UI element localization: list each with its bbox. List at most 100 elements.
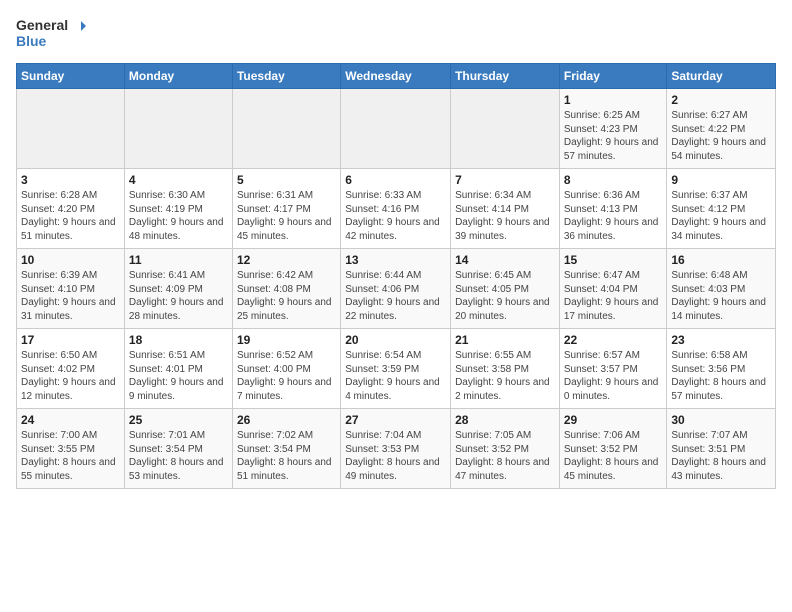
header: General Blue xyxy=(16,16,776,51)
day-info: Sunrise: 6:58 AM Sunset: 3:56 PM Dayligh… xyxy=(671,349,771,403)
weekday-header-friday: Friday xyxy=(559,64,667,89)
calendar-empty-cell xyxy=(17,89,125,169)
day-number: 29 xyxy=(564,413,663,427)
weekday-header-sunday: Sunday xyxy=(17,64,125,89)
calendar-day-cell: 15 Sunrise: 6:47 AM Sunset: 4:04 PM Dayli… xyxy=(559,249,667,329)
calendar-day-cell: 24 Sunrise: 7:00 AM Sunset: 3:55 PM Dayli… xyxy=(17,409,125,489)
day-number: 19 xyxy=(237,333,336,347)
weekday-header-row: SundayMondayTuesdayWednesdayThursdayFrid… xyxy=(17,64,776,89)
calendar-week-row: 3 Sunrise: 6:28 AM Sunset: 4:20 PM Daylig… xyxy=(17,169,776,249)
calendar-day-cell: 10Sunrise: 6:39 AM Sunset: 4:10 PM Dayli… xyxy=(17,249,125,329)
day-number: 22 xyxy=(564,333,663,347)
day-info: Sunrise: 7:00 AM Sunset: 3:55 PM Dayligh… xyxy=(21,429,120,483)
calendar-day-cell: 29 Sunrise: 7:06 AM Sunset: 3:52 PM Dayli… xyxy=(559,409,667,489)
calendar-container: General Blue SundayMondayTuesdayWednesda… xyxy=(0,0,792,497)
day-info: Sunrise: 6:44 AM Sunset: 4:06 PM Dayligh… xyxy=(345,269,446,323)
calendar-day-cell: 1 Sunrise: 6:25 AM Sunset: 4:23 PM Daylig… xyxy=(559,89,667,169)
day-info: Sunrise: 6:55 AM Sunset: 3:58 PM Dayligh… xyxy=(455,349,555,403)
day-info: Sunrise: 6:50 AM Sunset: 4:02 PM Dayligh… xyxy=(21,349,120,403)
day-number: 18 xyxy=(129,333,228,347)
weekday-header-saturday: Saturday xyxy=(667,64,776,89)
calendar-day-cell: 14 Sunrise: 6:45 AM Sunset: 4:05 PM Dayli… xyxy=(451,249,560,329)
calendar-day-cell: 25 Sunrise: 7:01 AM Sunset: 3:54 PM Dayli… xyxy=(124,409,232,489)
logo-icon: General Blue xyxy=(16,16,86,51)
day-info: Sunrise: 7:04 AM Sunset: 3:53 PM Dayligh… xyxy=(345,429,446,483)
day-number: 30 xyxy=(671,413,771,427)
day-info: Sunrise: 6:25 AM Sunset: 4:23 PM Dayligh… xyxy=(564,109,663,163)
weekday-header-thursday: Thursday xyxy=(451,64,560,89)
day-info: Sunrise: 6:31 AM Sunset: 4:17 PM Dayligh… xyxy=(237,189,336,243)
day-number: 9 xyxy=(671,173,771,187)
day-info: Sunrise: 6:42 AM Sunset: 4:08 PM Dayligh… xyxy=(237,269,336,323)
day-info: Sunrise: 6:48 AM Sunset: 4:03 PM Dayligh… xyxy=(671,269,771,323)
day-number: 11 xyxy=(129,253,228,267)
calendar-day-cell: 28Sunrise: 7:05 AM Sunset: 3:52 PM Dayli… xyxy=(451,409,560,489)
svg-text:General: General xyxy=(16,17,68,33)
day-number: 13 xyxy=(345,253,446,267)
calendar-day-cell: 16 Sunrise: 6:48 AM Sunset: 4:03 PM Dayli… xyxy=(667,249,776,329)
day-number: 6 xyxy=(345,173,446,187)
day-number: 7 xyxy=(455,173,555,187)
day-info: Sunrise: 6:37 AM Sunset: 4:12 PM Dayligh… xyxy=(671,189,771,243)
day-number: 17 xyxy=(21,333,120,347)
calendar-day-cell: 12 Sunrise: 6:42 AM Sunset: 4:08 PM Dayli… xyxy=(232,249,340,329)
day-number: 15 xyxy=(564,253,663,267)
day-info: Sunrise: 6:27 AM Sunset: 4:22 PM Dayligh… xyxy=(671,109,771,163)
weekday-header-monday: Monday xyxy=(124,64,232,89)
calendar-day-cell: 23Sunrise: 6:58 AM Sunset: 3:56 PM Dayli… xyxy=(667,329,776,409)
day-number: 10 xyxy=(21,253,120,267)
day-number: 20 xyxy=(345,333,446,347)
day-info: Sunrise: 6:54 AM Sunset: 3:59 PM Dayligh… xyxy=(345,349,446,403)
day-info: Sunrise: 6:30 AM Sunset: 4:19 PM Dayligh… xyxy=(129,189,228,243)
calendar-day-cell: 26 Sunrise: 7:02 AM Sunset: 3:54 PM Dayli… xyxy=(232,409,340,489)
logo: General Blue xyxy=(16,16,90,51)
calendar-day-cell: 17 Sunrise: 6:50 AM Sunset: 4:02 PM Dayli… xyxy=(17,329,125,409)
day-number: 28 xyxy=(455,413,555,427)
day-number: 24 xyxy=(21,413,120,427)
calendar-week-row: 24 Sunrise: 7:00 AM Sunset: 3:55 PM Dayli… xyxy=(17,409,776,489)
calendar-day-cell: 4Sunrise: 6:30 AM Sunset: 4:19 PM Daylig… xyxy=(124,169,232,249)
day-info: Sunrise: 6:34 AM Sunset: 4:14 PM Dayligh… xyxy=(455,189,555,243)
svg-text:Blue: Blue xyxy=(16,33,47,49)
day-info: Sunrise: 6:28 AM Sunset: 4:20 PM Dayligh… xyxy=(21,189,120,243)
weekday-header-wednesday: Wednesday xyxy=(341,64,451,89)
day-info: Sunrise: 6:52 AM Sunset: 4:00 PM Dayligh… xyxy=(237,349,336,403)
calendar-empty-cell xyxy=(451,89,560,169)
calendar-week-row: 1 Sunrise: 6:25 AM Sunset: 4:23 PM Daylig… xyxy=(17,89,776,169)
calendar-day-cell: 5Sunrise: 6:31 AM Sunset: 4:17 PM Daylig… xyxy=(232,169,340,249)
calendar-week-row: 10Sunrise: 6:39 AM Sunset: 4:10 PM Dayli… xyxy=(17,249,776,329)
day-number: 26 xyxy=(237,413,336,427)
day-number: 25 xyxy=(129,413,228,427)
day-info: Sunrise: 7:02 AM Sunset: 3:54 PM Dayligh… xyxy=(237,429,336,483)
day-info: Sunrise: 6:47 AM Sunset: 4:04 PM Dayligh… xyxy=(564,269,663,323)
day-number: 14 xyxy=(455,253,555,267)
calendar-day-cell: 19 Sunrise: 6:52 AM Sunset: 4:00 PM Dayli… xyxy=(232,329,340,409)
day-number: 3 xyxy=(21,173,120,187)
calendar-table: SundayMondayTuesdayWednesdayThursdayFrid… xyxy=(16,63,776,489)
day-number: 8 xyxy=(564,173,663,187)
calendar-empty-cell xyxy=(232,89,340,169)
day-info: Sunrise: 7:01 AM Sunset: 3:54 PM Dayligh… xyxy=(129,429,228,483)
calendar-day-cell: 13 Sunrise: 6:44 AM Sunset: 4:06 PM Dayli… xyxy=(341,249,451,329)
calendar-day-cell: 20 Sunrise: 6:54 AM Sunset: 3:59 PM Dayli… xyxy=(341,329,451,409)
day-number: 16 xyxy=(671,253,771,267)
day-info: Sunrise: 6:41 AM Sunset: 4:09 PM Dayligh… xyxy=(129,269,228,323)
calendar-day-cell: 6 Sunrise: 6:33 AM Sunset: 4:16 PM Daylig… xyxy=(341,169,451,249)
calendar-day-cell: 8Sunrise: 6:36 AM Sunset: 4:13 PM Daylig… xyxy=(559,169,667,249)
calendar-day-cell: 27 Sunrise: 7:04 AM Sunset: 3:53 PM Dayli… xyxy=(341,409,451,489)
calendar-day-cell: 11 Sunrise: 6:41 AM Sunset: 4:09 PM Dayli… xyxy=(124,249,232,329)
calendar-week-row: 17 Sunrise: 6:50 AM Sunset: 4:02 PM Dayli… xyxy=(17,329,776,409)
day-number: 12 xyxy=(237,253,336,267)
day-info: Sunrise: 6:33 AM Sunset: 4:16 PM Dayligh… xyxy=(345,189,446,243)
calendar-day-cell: 22 Sunrise: 6:57 AM Sunset: 3:57 PM Dayli… xyxy=(559,329,667,409)
day-info: Sunrise: 6:51 AM Sunset: 4:01 PM Dayligh… xyxy=(129,349,228,403)
calendar-empty-cell xyxy=(124,89,232,169)
calendar-day-cell: 3 Sunrise: 6:28 AM Sunset: 4:20 PM Daylig… xyxy=(17,169,125,249)
calendar-day-cell: 7 Sunrise: 6:34 AM Sunset: 4:14 PM Daylig… xyxy=(451,169,560,249)
day-info: Sunrise: 6:45 AM Sunset: 4:05 PM Dayligh… xyxy=(455,269,555,323)
calendar-day-cell: 2Sunrise: 6:27 AM Sunset: 4:22 PM Daylig… xyxy=(667,89,776,169)
day-number: 1 xyxy=(564,93,663,107)
day-info: Sunrise: 6:57 AM Sunset: 3:57 PM Dayligh… xyxy=(564,349,663,403)
day-number: 27 xyxy=(345,413,446,427)
day-info: Sunrise: 7:06 AM Sunset: 3:52 PM Dayligh… xyxy=(564,429,663,483)
